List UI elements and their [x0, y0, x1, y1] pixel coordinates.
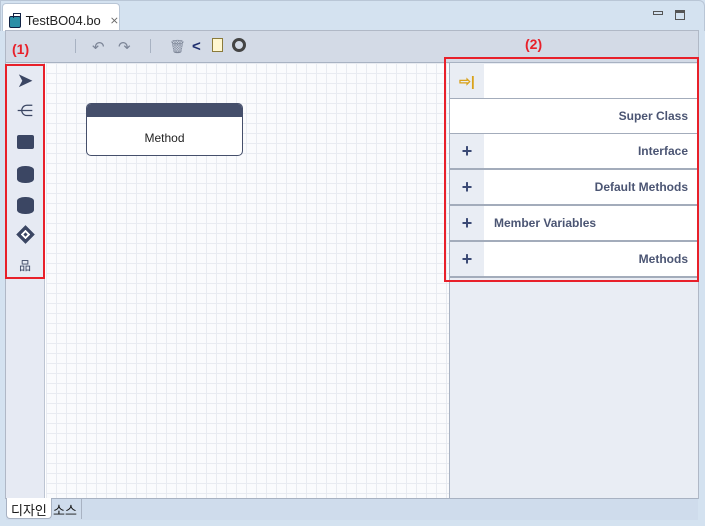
method-node-label: Method — [144, 131, 185, 145]
redo-icon[interactable]: ↷ — [118, 38, 131, 56]
close-icon[interactable]: ⨯ — [110, 14, 119, 27]
briefcase-icon — [9, 13, 21, 28]
tab-source[interactable]: 소스 — [49, 498, 82, 519]
share-icon[interactable]: < — [192, 38, 201, 55]
trash-icon[interactable]: 🗑 — [169, 39, 186, 55]
document-icon[interactable] — [212, 38, 223, 52]
refresh-icon[interactable] — [232, 38, 246, 52]
maximize-icon[interactable] — [675, 10, 685, 20]
editor-tab[interactable]: TestBO04.bo ⨯ — [2, 3, 120, 31]
tab-design[interactable]: 디자인 — [6, 498, 52, 519]
toolbar-separator — [150, 39, 151, 53]
toolbar-separator — [75, 39, 76, 53]
annotation-label-2: (2) — [525, 36, 543, 52]
method-node-header — [87, 104, 242, 117]
editor-tab-title: TestBO04.bo — [25, 13, 101, 28]
bottom-tab-bar — [6, 498, 698, 520]
method-node[interactable]: Method — [86, 103, 243, 156]
annotation-label-1: (1) — [12, 41, 30, 57]
minimize-icon[interactable] — [653, 11, 663, 15]
annotation-box-1 — [5, 64, 45, 279]
undo-icon[interactable]: ↶ — [92, 38, 105, 56]
annotation-box-2 — [444, 57, 699, 282]
